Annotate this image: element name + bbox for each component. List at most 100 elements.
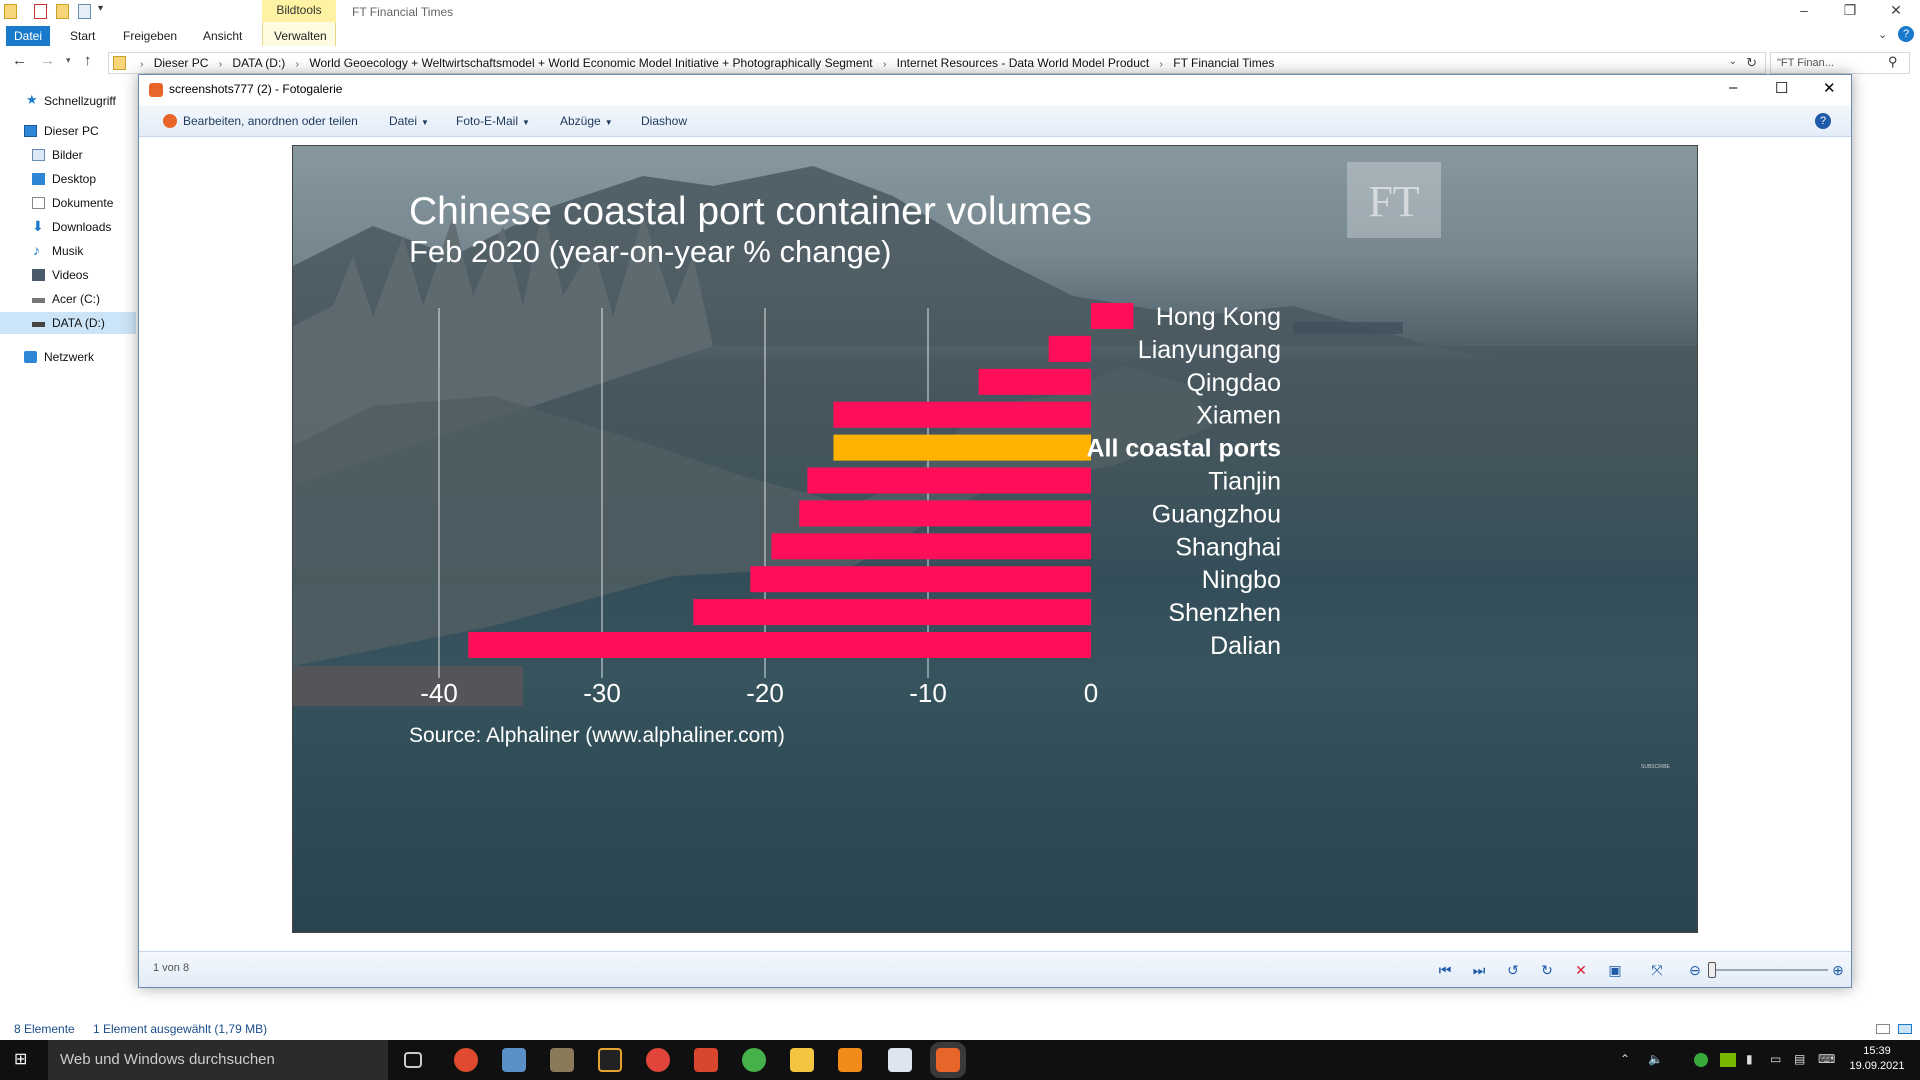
task-view-icon[interactable] — [404, 1052, 422, 1068]
nav-item-desktop[interactable]: Desktop — [0, 168, 136, 190]
category-label: Lianyungang — [1138, 336, 1281, 364]
vlc-icon[interactable] — [838, 1048, 862, 1072]
address-dropdown-icon[interactable]: ⌄ — [1729, 56, 1737, 67]
tab-ansicht[interactable]: Ansicht — [195, 26, 250, 46]
zoom-in-icon[interactable]: ⊕ — [1829, 961, 1847, 979]
gallery-title-bar: screenshots777 (2) - Fotogalerie – ☐ ✕ — [139, 75, 1851, 105]
tab-verwalten[interactable]: Verwalten — [266, 26, 335, 46]
archive-app-icon[interactable] — [550, 1048, 574, 1072]
new-folder-icon[interactable] — [56, 4, 69, 19]
category-label: Dalian — [1210, 632, 1281, 660]
breadcrumb-item[interactable]: World Geoecology + Weltwirtschaftsmodel … — [309, 56, 872, 70]
display-icon[interactable]: ▭ — [1770, 1052, 1781, 1066]
gallery-bottom-bar: 1 von 8 ⏮ ⏭ ↺ ↻ ✕ ▣ ⤧ ⊖ ⊕ — [139, 951, 1851, 987]
taskbar-search-input[interactable]: Web und Windows durchsuchen — [48, 1040, 388, 1080]
windows-start-icon[interactable]: ⊞ — [14, 1052, 30, 1068]
media-app-icon[interactable] — [598, 1048, 622, 1072]
breadcrumb-item[interactable]: Internet Resources - Data World Model Pr… — [897, 56, 1150, 70]
breadcrumb-item[interactable]: Dieser PC — [154, 56, 209, 70]
nav-label: Desktop — [52, 172, 97, 186]
rotate-left-icon[interactable]: ↺ — [1504, 961, 1522, 979]
tab-start[interactable]: Start — [62, 26, 103, 46]
photo-app-icon[interactable] — [502, 1048, 526, 1072]
notification-icon[interactable]: ▤ — [1794, 1052, 1805, 1066]
details-view-icon[interactable] — [1876, 1024, 1890, 1034]
bar — [833, 401, 1091, 428]
category-label: All coastal ports — [1087, 435, 1282, 463]
gallery-maximize-button[interactable]: ☐ — [1775, 79, 1788, 97]
forward-arrow-icon[interactable]: → — [40, 52, 55, 69]
help-icon[interactable]: ? — [1898, 26, 1914, 42]
delete-icon[interactable]: ✕ — [1572, 961, 1590, 979]
large-icons-view-icon[interactable] — [1898, 1024, 1912, 1034]
file-menu-button[interactable]: Datei ▼ — [389, 105, 429, 137]
nav-item-musik[interactable]: ♪ Musik — [0, 240, 136, 262]
recent-dropdown-icon[interactable]: ▾ — [66, 55, 71, 66]
window-app-icon[interactable] — [888, 1048, 912, 1072]
taskbar-clock[interactable]: 15:39 19.09.2021 — [1842, 1044, 1912, 1074]
prints-menu-button[interactable]: Abzüge ▼ — [560, 105, 613, 137]
back-arrow-icon[interactable]: ← — [12, 52, 27, 69]
nav-item-dieser-pc[interactable]: Dieser PC — [0, 120, 136, 142]
x-tick-label: -40 — [420, 678, 458, 708]
explorer-minimize-button[interactable]: – — [1781, 0, 1827, 22]
properties-icon[interactable] — [34, 4, 47, 19]
tab-freigeben[interactable]: Freigeben — [115, 26, 185, 46]
zoom-out-icon[interactable]: ⊖ — [1686, 961, 1704, 979]
photo-email-menu-button[interactable]: Foto-E-Mail ▼ — [456, 105, 530, 137]
pdf-app-icon[interactable] — [694, 1048, 718, 1072]
explorer-restore-button[interactable]: ❐ — [1827, 0, 1873, 22]
breadcrumb-item[interactable]: DATA (D:) — [232, 56, 285, 70]
file-explorer-icon[interactable] — [790, 1048, 814, 1072]
nav-item-schnellzugriff[interactable]: ★ Schnellzugriff — [0, 90, 136, 112]
edit-arrange-share-button[interactable]: Bearbeiten, anordnen oder teilen — [183, 105, 358, 137]
category-label: Guangzhou — [1152, 500, 1281, 528]
zoom-slider-track[interactable] — [1708, 969, 1828, 971]
nav-label: DATA (D:) — [52, 316, 105, 330]
breadcrumb-item[interactable]: FT Financial Times — [1173, 56, 1274, 70]
nav-item-data-d[interactable]: DATA (D:) — [0, 312, 136, 334]
search-icon[interactable]: ⚲ — [1888, 54, 1898, 70]
security-icon[interactable] — [1694, 1053, 1708, 1067]
slideshow-icon[interactable]: ▣ — [1606, 961, 1624, 979]
chevron-down-icon[interactable]: ▾ — [98, 3, 103, 14]
up-arrow-icon[interactable]: ↑ — [84, 52, 92, 69]
nav-item-bilder[interactable]: Bilder — [0, 144, 136, 166]
network-tray-icon[interactable]: ▮ — [1746, 1052, 1753, 1066]
next-photo-icon[interactable]: ⏭ — [1470, 961, 1488, 979]
breadcrumb-separator-icon: › — [1159, 59, 1163, 70]
image-viewer-icon[interactable] — [742, 1048, 766, 1072]
chrome-alt-icon[interactable] — [646, 1048, 670, 1072]
nav-item-acer-c[interactable]: Acer (C:) — [0, 288, 136, 310]
gallery-minimize-button[interactable]: – — [1729, 79, 1737, 96]
photo-viewer[interactable]: -40 -30 -20 -10 0 Hong Kong Lianyungang Qingda… — [292, 145, 1698, 933]
previous-photo-icon[interactable]: ⏮ — [1436, 961, 1454, 979]
nav-label: Netzwerk — [44, 350, 95, 364]
nvidia-icon[interactable] — [1720, 1053, 1736, 1067]
photo-gallery-taskbar-icon[interactable] — [930, 1042, 966, 1078]
chevron-down-icon: ▼ — [604, 118, 613, 127]
keyboard-icon[interactable]: ⌨ — [1818, 1052, 1835, 1066]
nav-item-videos[interactable]: Videos — [0, 264, 136, 286]
chevron-down-icon: ▼ — [421, 118, 429, 127]
address-bar[interactable]: › Dieser PC › DATA (D:) › World Geoecolo… — [108, 52, 1766, 74]
ft-logo: FT — [1368, 177, 1419, 226]
chrome-icon[interactable] — [454, 1048, 478, 1072]
ribbon-expand-icon[interactable]: ⌄ — [1878, 28, 1887, 41]
rename-icon[interactable] — [78, 4, 91, 19]
nav-item-downloads[interactable]: ⬇ Downloads — [0, 216, 136, 238]
rotate-right-icon[interactable]: ↻ — [1538, 961, 1556, 979]
subscribe-watermark: SUBSCRIBE — [1641, 764, 1671, 770]
volume-icon[interactable]: 🔈 — [1648, 1052, 1663, 1066]
gallery-help-icon[interactable]: ? — [1815, 113, 1831, 129]
zoom-slider-thumb[interactable] — [1708, 962, 1716, 978]
nav-item-dokumente[interactable]: Dokumente — [0, 192, 136, 214]
tray-chevron-icon[interactable]: ⌃ — [1620, 1052, 1630, 1066]
tab-datei[interactable]: Datei — [6, 26, 51, 46]
slideshow-button[interactable]: Diashow — [641, 105, 687, 137]
gallery-close-button[interactable]: ✕ — [1823, 79, 1836, 97]
fit-to-window-icon[interactable]: ⤧ — [1648, 961, 1666, 979]
nav-item-netzwerk[interactable]: Netzwerk — [0, 346, 136, 368]
explorer-close-button[interactable]: ✕ — [1873, 0, 1919, 22]
refresh-icon[interactable]: ↻ — [1746, 55, 1757, 71]
